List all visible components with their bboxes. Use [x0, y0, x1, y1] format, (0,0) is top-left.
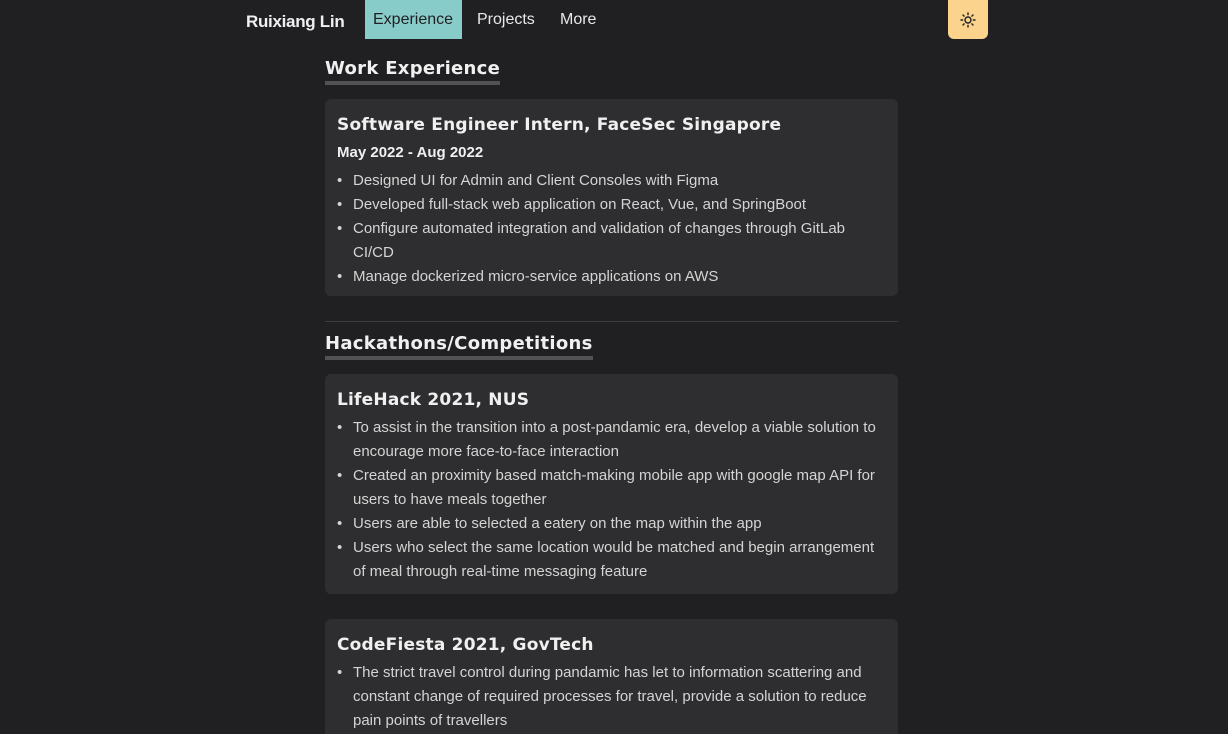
- hackathon-card: LifeHack 2021, NUS To assist in the tran…: [325, 374, 898, 594]
- work-card-date: May 2022 - Aug 2022: [337, 144, 484, 161]
- work-card: Software Engineer Intern, FaceSec Singap…: [325, 99, 898, 296]
- section-title-hackathons: Hackathons/Competitions: [325, 333, 593, 360]
- list-item: The strict travel control during pandami…: [337, 661, 886, 733]
- hackathon-card-bullets: The strict travel control during pandami…: [337, 661, 886, 733]
- list-item: To assist in the transition into a post-…: [337, 416, 886, 464]
- nav-link-projects[interactable]: Projects: [477, 0, 535, 39]
- list-item: Developed full-stack web application on …: [337, 193, 886, 217]
- work-card-bullets: Designed UI for Admin and Client Console…: [337, 169, 886, 289]
- work-card-title: Software Engineer Intern, FaceSec Singap…: [337, 115, 782, 135]
- list-item: Configure automated integration and vali…: [337, 217, 886, 265]
- nav-link-more[interactable]: More: [560, 0, 596, 39]
- hackathon-card-title: LifeHack 2021, NUS: [337, 390, 530, 410]
- list-item: Designed UI for Admin and Client Console…: [337, 169, 886, 193]
- navbar: Ruixiang Lin Experience Projects More: [0, 0, 1228, 39]
- list-item: Created an proximity based match-making …: [337, 464, 886, 512]
- list-item: Users who select the same location would…: [337, 536, 886, 584]
- theme-toggle-button[interactable]: [948, 0, 988, 39]
- hackathon-card-bullets: To assist in the transition into a post-…: [337, 416, 886, 584]
- nav-link-experience[interactable]: Experience: [365, 0, 462, 39]
- section-divider: [325, 321, 898, 322]
- site-logo[interactable]: Ruixiang Lin: [246, 12, 345, 32]
- hackathon-card: CodeFiesta 2021, GovTech The strict trav…: [325, 619, 898, 734]
- hackathon-card-title: CodeFiesta 2021, GovTech: [337, 635, 594, 655]
- section-title-work-experience: Work Experience: [325, 58, 501, 85]
- sun-icon: [960, 11, 976, 28]
- list-item: Users are able to selected a eatery on t…: [337, 512, 886, 536]
- list-item: Manage dockerized micro-service applicat…: [337, 265, 886, 289]
